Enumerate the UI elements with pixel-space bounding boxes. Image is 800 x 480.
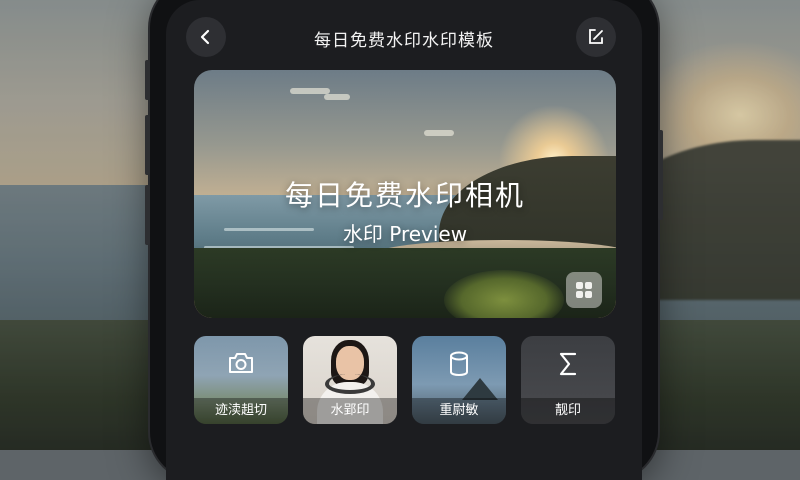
edit-button[interactable] <box>576 17 616 57</box>
template-card-label: 靓印 <box>521 398 615 424</box>
camera-icon <box>229 353 253 373</box>
phone-side-button <box>658 130 663 220</box>
face-grid-button[interactable] <box>566 272 602 308</box>
phone-side-button <box>145 60 150 100</box>
hero-preview-card[interactable]: 每日免费水印相机 水印 Preview <box>194 70 616 318</box>
hero-subtitle: 水印 Preview <box>342 222 468 246</box>
hero-title: 每日免费水印相机 <box>284 179 525 212</box>
template-card[interactable]: 迹渎趄切 <box>194 336 288 424</box>
phone-frame: 每日免费水印水印模板 每日免费水印相机 水印 Preview 迹渎趄切 水郢印 … <box>145 0 663 480</box>
phone-side-button <box>145 185 150 245</box>
header-bar: 每日免费水印水印模板 <box>166 0 642 76</box>
edit-icon <box>589 29 603 44</box>
app-screen: 每日免费水印水印模板 每日免费水印相机 水印 Preview 迹渎趄切 水郢印 … <box>166 0 642 480</box>
template-card-label: 重尉敏 <box>412 398 506 424</box>
template-card-label: 迹渎趄切 <box>194 398 288 424</box>
cylinder-icon <box>450 351 468 376</box>
sigma-icon <box>559 352 577 376</box>
template-card[interactable]: 重尉敏 <box>412 336 506 424</box>
page-title: 每日免费水印水印模板 <box>314 31 494 51</box>
template-card[interactable]: 水郢印 <box>303 336 397 424</box>
template-card[interactable]: 靓印 <box>521 336 615 424</box>
phone-side-button <box>145 115 150 175</box>
template-card-label: 水郢印 <box>303 398 397 424</box>
face-grid-icon <box>576 282 592 298</box>
